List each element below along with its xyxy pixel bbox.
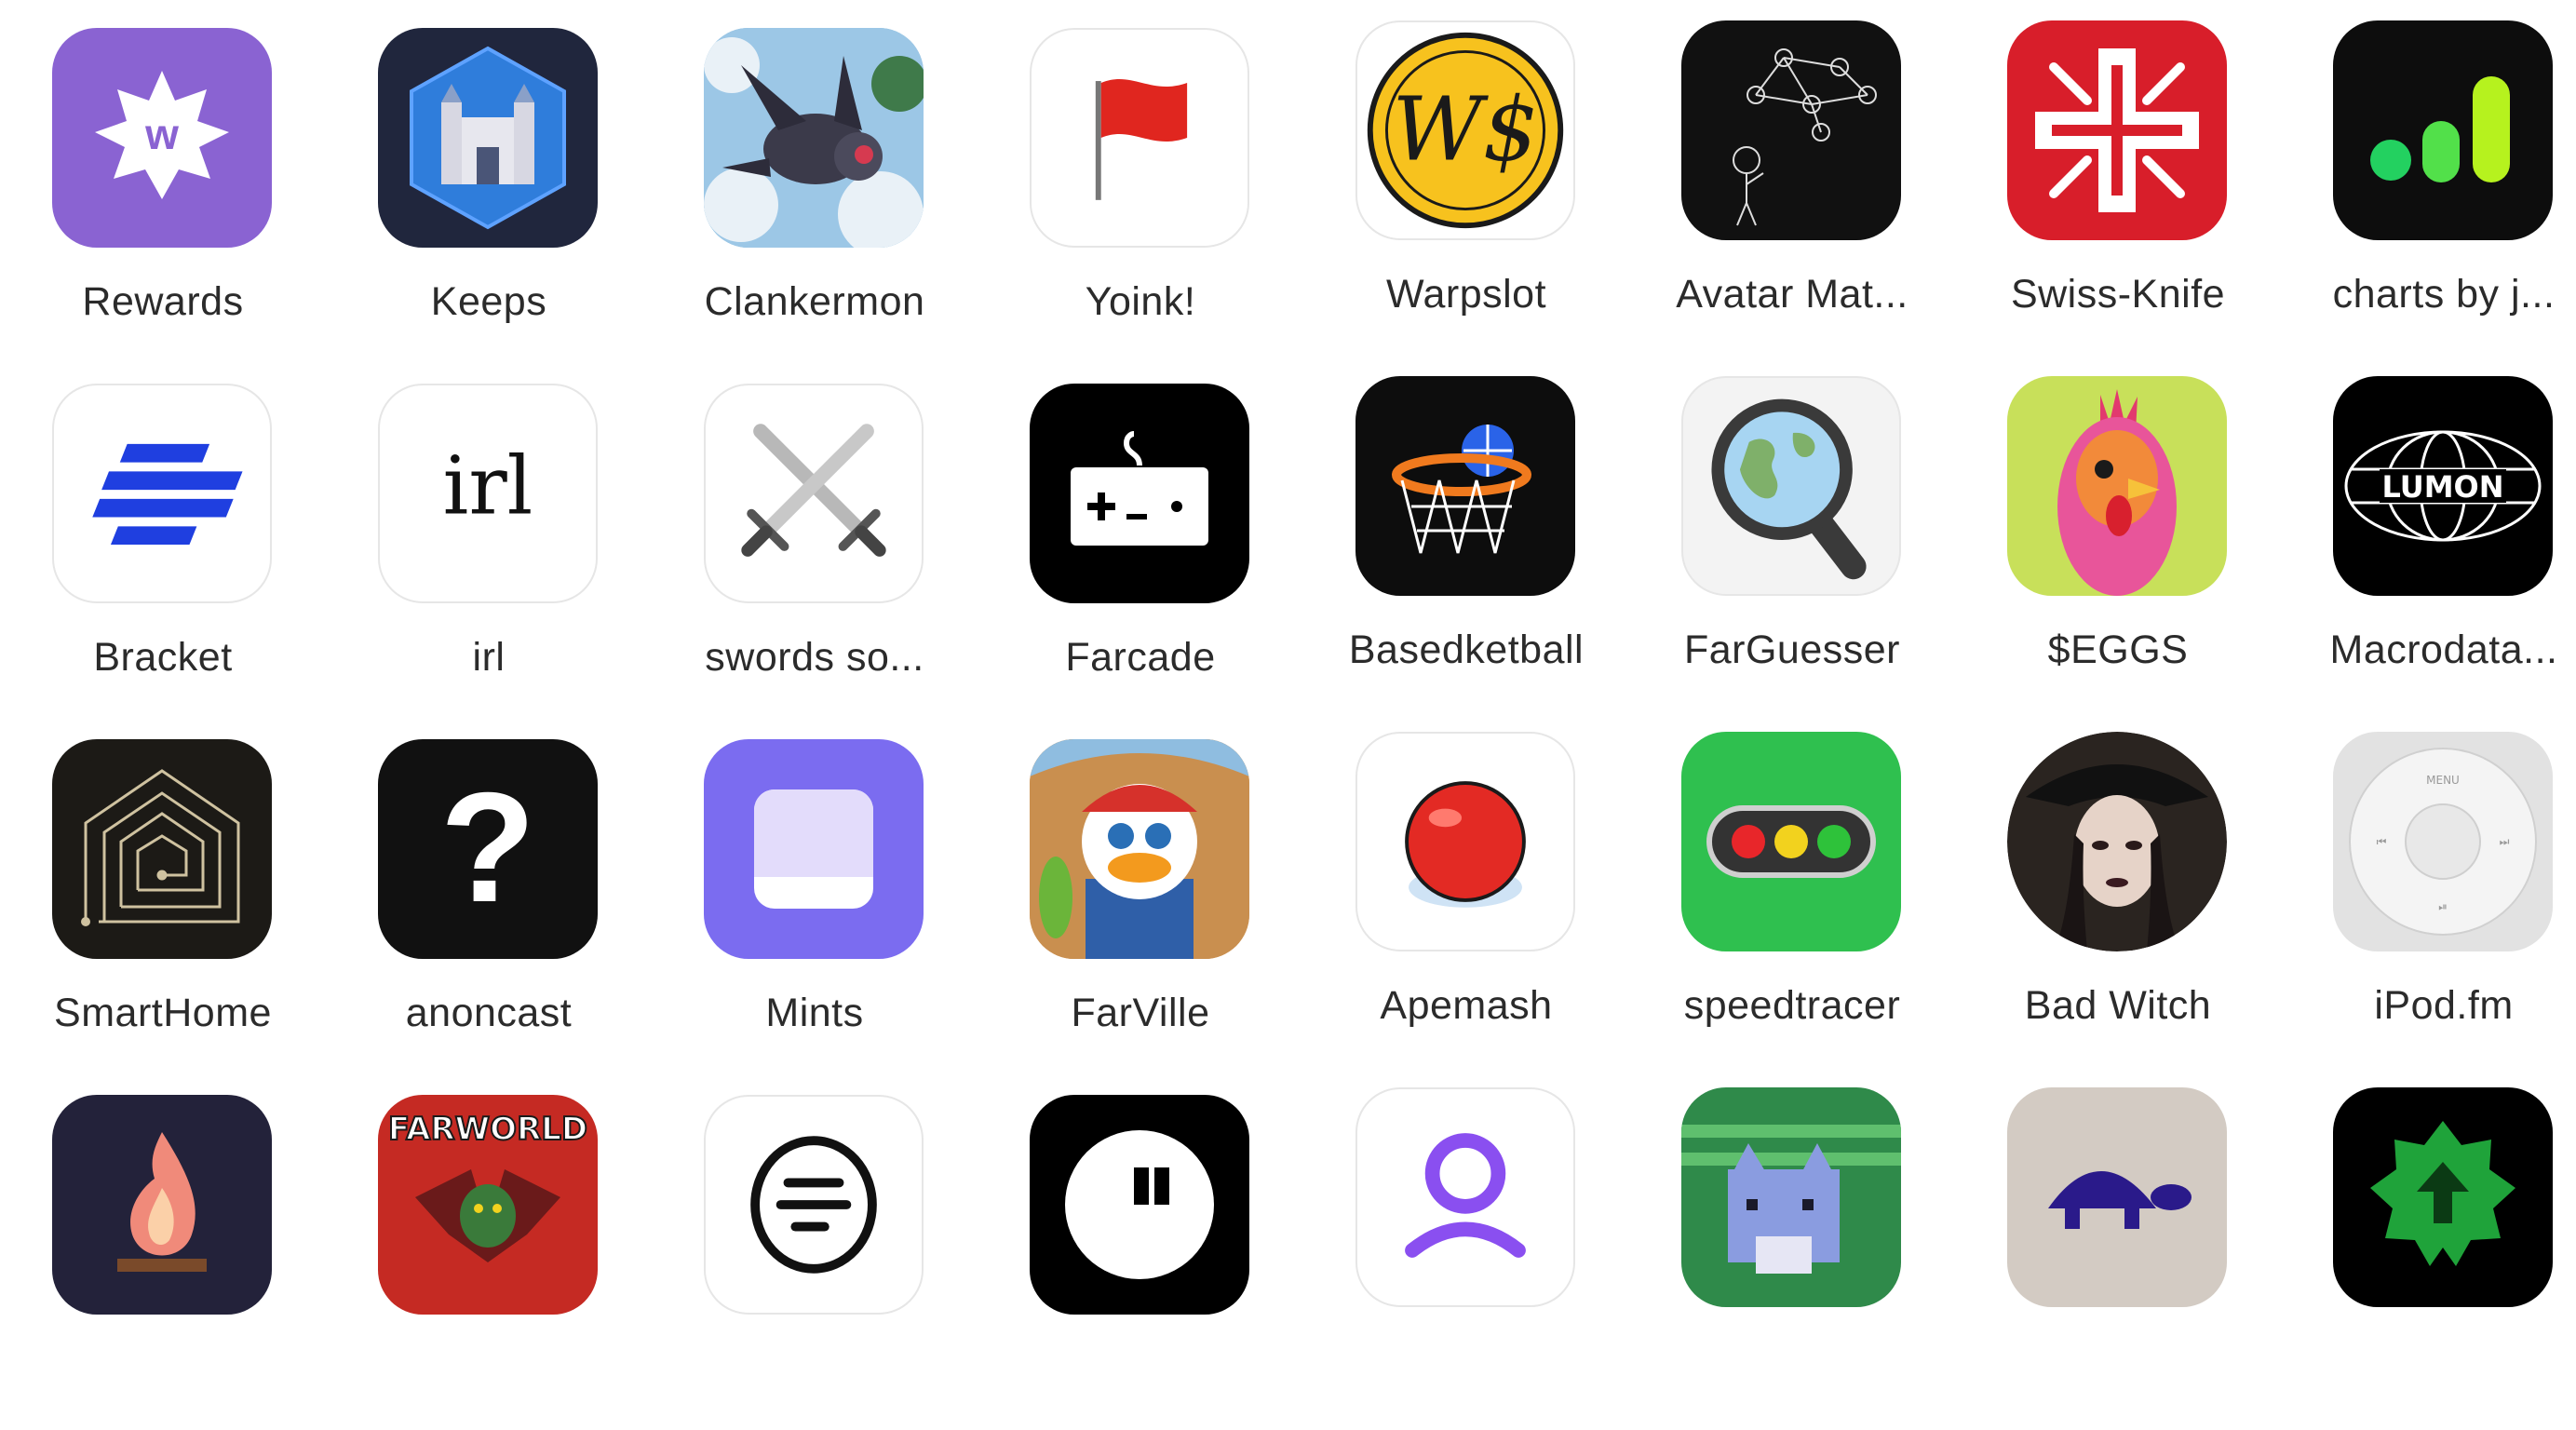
app-basedketball[interactable]: Basedketball bbox=[1303, 376, 1629, 711]
svg-text:?: ? bbox=[440, 760, 536, 935]
svg-text:LUMON: LUMON bbox=[2381, 469, 2503, 505]
app-clankermon[interactable]: Clankermon bbox=[652, 28, 978, 363]
app-smarthome[interactable]: SmartHome bbox=[0, 739, 326, 1074]
pixel-cat-icon bbox=[1681, 1087, 1901, 1307]
app-rewards[interactable]: w Rewards bbox=[0, 28, 326, 363]
irl-text-icon: irl bbox=[378, 384, 598, 603]
app-label: swords so... bbox=[705, 635, 924, 680]
rooster-icon bbox=[2007, 376, 2227, 596]
traffic-light-icon bbox=[1681, 732, 1901, 951]
app-keeps[interactable]: Keeps bbox=[326, 28, 652, 363]
pixel-campfire-icon bbox=[52, 1095, 272, 1315]
person-outline-icon bbox=[1355, 1087, 1575, 1307]
app-campfire[interactable] bbox=[0, 1095, 326, 1430]
turtle-icon bbox=[2007, 1087, 2227, 1307]
red-button-icon bbox=[1355, 732, 1575, 951]
svg-text:irl: irl bbox=[443, 440, 533, 533]
farworld-dragon-icon: FARWORLD bbox=[378, 1095, 598, 1315]
ipod-wheel-icon: MENU ⏮ ⏭ ⏯ bbox=[2333, 732, 2553, 951]
app-label: Clankermon bbox=[704, 279, 925, 324]
app-label: FarVille bbox=[1071, 991, 1210, 1035]
app-anoncast[interactable]: ? anoncast bbox=[326, 739, 652, 1074]
magnifier-globe-icon bbox=[1681, 376, 1901, 596]
upload-badge-icon bbox=[2333, 1087, 2553, 1307]
app-quote-bubble[interactable] bbox=[978, 1095, 1303, 1430]
app-farville[interactable]: FarVille bbox=[978, 739, 1303, 1074]
red-flag-icon bbox=[1030, 28, 1249, 248]
rewards-star-icon: w bbox=[52, 28, 272, 248]
svg-text:MENU: MENU bbox=[2426, 774, 2460, 787]
app-label: charts by j... bbox=[2332, 272, 2556, 317]
basketball-hoop-icon bbox=[1355, 376, 1575, 596]
lumon-globe-icon: LUMON bbox=[2333, 376, 2553, 596]
app-person[interactable] bbox=[1303, 1087, 1629, 1423]
house-spiral-icon bbox=[52, 739, 272, 959]
app-swiss-knife[interactable]: Swiss-Knife bbox=[1955, 20, 2281, 356]
app-bad-witch[interactable]: Bad Witch bbox=[1955, 732, 2281, 1067]
app-avatar-mat[interactable]: Avatar Mat... bbox=[1629, 20, 1955, 356]
witch-portrait-icon bbox=[2007, 732, 2227, 951]
castle-hexagon-icon bbox=[378, 28, 598, 248]
app-bracket[interactable]: Bracket bbox=[0, 384, 326, 719]
app-pixel-cat[interactable] bbox=[1629, 1087, 1955, 1423]
app-charts[interactable]: charts by j... bbox=[2281, 20, 2576, 356]
app-label: Basedketball bbox=[1348, 627, 1585, 672]
app-label: irl bbox=[472, 635, 506, 680]
bracket-stripes-icon bbox=[52, 384, 272, 603]
app-farguesser[interactable]: FarGuesser bbox=[1629, 376, 1955, 711]
app-label: Bracket bbox=[93, 635, 233, 680]
app-label: speedtracer bbox=[1683, 983, 1901, 1028]
app-label: anoncast bbox=[405, 991, 573, 1035]
app-equal-lines[interactable] bbox=[652, 1095, 978, 1430]
crossed-swords-icon bbox=[704, 384, 924, 603]
svg-text:⏯: ⏯ bbox=[2438, 900, 2448, 913]
app-label: Swiss-Knife bbox=[2010, 272, 2226, 317]
app-label: Warpslot bbox=[1385, 272, 1547, 317]
app-label: SmartHome bbox=[54, 991, 272, 1035]
network-thinker-icon bbox=[1681, 20, 1901, 240]
app-yoink[interactable]: Yoink! bbox=[978, 28, 1303, 363]
equal-lines-circle-icon bbox=[704, 1095, 924, 1315]
app-label: Rewards bbox=[82, 279, 244, 324]
farm-duck-icon bbox=[1030, 739, 1249, 959]
app-label: Yoink! bbox=[1085, 279, 1196, 324]
svg-text:⏮: ⏮ bbox=[2377, 835, 2387, 848]
app-mints[interactable]: Mints bbox=[652, 739, 978, 1074]
app-label: Macrodata... bbox=[2329, 627, 2558, 672]
svg-text:W$: W$ bbox=[1392, 78, 1538, 181]
lavender-square-icon bbox=[704, 739, 924, 959]
signal-bars-icon bbox=[2333, 20, 2553, 240]
app-farcade[interactable]: Farcade bbox=[978, 384, 1303, 719]
game-controller-icon bbox=[1030, 384, 1249, 603]
app-upload-badge[interactable] bbox=[2281, 1087, 2576, 1423]
app-label: Mints bbox=[765, 991, 864, 1035]
app-label: Farcade bbox=[1065, 635, 1216, 680]
app-label: Avatar Mat... bbox=[1676, 272, 1908, 317]
gold-coin-icon: W$ bbox=[1355, 20, 1575, 240]
svg-text:FARWORLD: FARWORLD bbox=[388, 1111, 587, 1148]
app-label: iPod.fm bbox=[2374, 983, 2514, 1028]
svg-text:⏭: ⏭ bbox=[2500, 835, 2510, 848]
app-swords[interactable]: swords so... bbox=[652, 384, 978, 719]
app-macrodata[interactable]: LUMON Macrodata... bbox=[2281, 376, 2576, 711]
svg-text:w: w bbox=[144, 110, 179, 158]
app-label: Bad Witch bbox=[2024, 983, 2212, 1028]
app-farworld[interactable]: FARWORLD bbox=[326, 1095, 652, 1430]
quote-bubble-icon bbox=[1030, 1095, 1249, 1315]
app-label: $EGGS bbox=[2047, 627, 2189, 672]
app-apemash[interactable]: Apemash bbox=[1303, 732, 1629, 1067]
app-warpslot[interactable]: W$ Warpslot bbox=[1303, 20, 1629, 356]
question-mark-icon: ? bbox=[378, 739, 598, 959]
app-turtle[interactable] bbox=[1955, 1087, 2281, 1423]
app-label: FarGuesser bbox=[1683, 627, 1900, 672]
app-label: Apemash bbox=[1380, 983, 1553, 1028]
app-irl[interactable]: irl irl bbox=[326, 384, 652, 719]
app-ipod-fm[interactable]: MENU ⏮ ⏭ ⏯ iPod.fm bbox=[2281, 732, 2576, 1067]
robot-dragon-icon bbox=[704, 28, 924, 248]
swiss-cross-tools-icon bbox=[2007, 20, 2227, 240]
app-speedtracer[interactable]: speedtracer bbox=[1629, 732, 1955, 1067]
app-eggs[interactable]: $EGGS bbox=[1955, 376, 2281, 711]
app-label: Keeps bbox=[430, 279, 547, 324]
